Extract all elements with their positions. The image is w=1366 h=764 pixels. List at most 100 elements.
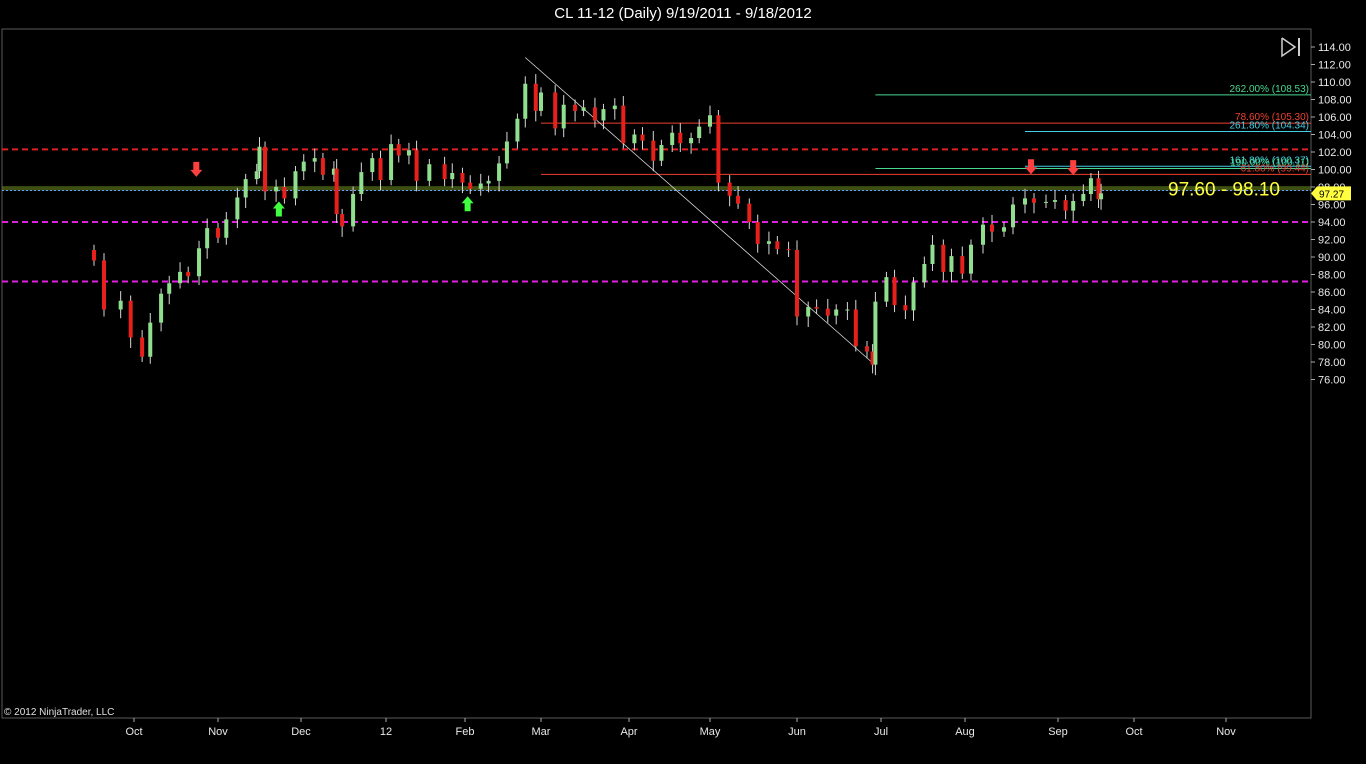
candle-body bbox=[949, 256, 954, 272]
x-tick-label: Apr bbox=[620, 726, 637, 738]
candle bbox=[553, 85, 558, 136]
x-tick-label: 12 bbox=[380, 726, 392, 738]
candle-body bbox=[334, 168, 339, 215]
candle-body bbox=[786, 249, 791, 251]
fib-level-label: 262.00% (108.53) bbox=[1229, 84, 1309, 95]
y-tick-label: 90.00 bbox=[1318, 252, 1346, 264]
last-price-marker: 97.27 bbox=[1311, 186, 1351, 201]
candle-body bbox=[178, 271, 183, 284]
candle-body bbox=[727, 182, 732, 196]
candle-body bbox=[651, 140, 656, 161]
play-to-end-icon[interactable] bbox=[1280, 36, 1304, 58]
candle-body bbox=[884, 277, 889, 302]
candle-body bbox=[478, 183, 483, 189]
candle-body bbox=[159, 293, 164, 323]
candle-body bbox=[460, 173, 465, 183]
candle-body bbox=[515, 118, 520, 142]
candle-body bbox=[1099, 193, 1104, 200]
candle-body bbox=[533, 83, 538, 111]
candle-body bbox=[224, 219, 229, 238]
candle-body bbox=[981, 224, 985, 245]
candle-body bbox=[128, 300, 133, 338]
candle-body bbox=[351, 194, 356, 227]
candle-body bbox=[320, 158, 325, 175]
x-tick-label: Aug bbox=[955, 726, 975, 738]
candle-body bbox=[747, 203, 752, 222]
y-tick-label: 96.00 bbox=[1318, 200, 1346, 212]
candle-body bbox=[450, 173, 455, 180]
candle-body bbox=[442, 164, 447, 180]
candle bbox=[102, 253, 106, 317]
y-tick-label: 82.00 bbox=[1318, 322, 1346, 334]
y-tick-label: 76.00 bbox=[1318, 375, 1346, 387]
x-tick-label: Oct bbox=[1125, 726, 1142, 738]
x-tick-label: Dec bbox=[291, 726, 311, 738]
candle-body bbox=[1063, 200, 1068, 211]
candle-body bbox=[205, 228, 210, 249]
candle-body bbox=[1032, 198, 1036, 203]
candle-body bbox=[148, 322, 153, 357]
support-resistance-zone bbox=[2, 186, 1311, 191]
candle-body bbox=[1023, 198, 1027, 205]
y-tick-label: 104.00 bbox=[1318, 130, 1352, 142]
candle-body bbox=[370, 158, 375, 173]
candle-body bbox=[892, 277, 897, 306]
candle-body bbox=[497, 163, 502, 181]
candle-body bbox=[670, 132, 675, 145]
y-tick-label: 88.00 bbox=[1318, 270, 1346, 282]
candle-body bbox=[523, 83, 528, 119]
candle-body bbox=[716, 115, 721, 183]
last-price-label: 97.27 bbox=[1319, 189, 1344, 200]
candle-body bbox=[825, 308, 830, 316]
candle-body bbox=[92, 250, 96, 261]
candle-body bbox=[775, 241, 780, 250]
y-tick-label: 100.00 bbox=[1318, 165, 1352, 177]
candle-body bbox=[167, 283, 172, 294]
y-tick-label: 108.00 bbox=[1318, 95, 1352, 107]
candle-body bbox=[621, 105, 626, 144]
candle-body bbox=[301, 161, 306, 172]
candle-body bbox=[1002, 227, 1006, 232]
candle-body bbox=[102, 260, 106, 310]
candle-body bbox=[553, 92, 558, 129]
fib-level-label: 261.80% (104.34) bbox=[1229, 121, 1309, 132]
candle-body bbox=[834, 309, 839, 316]
candle-body bbox=[573, 104, 578, 111]
candle-body bbox=[865, 346, 869, 352]
candle-body bbox=[427, 164, 432, 181]
x-tick-label: Mar bbox=[532, 726, 551, 738]
candle-body bbox=[632, 134, 637, 144]
price-chart[interactable]: 114.00 112.00 110.00 108.00 106.00 104.00 102.… bbox=[0, 0, 1366, 764]
x-tick-label: May bbox=[700, 726, 721, 738]
candle-body bbox=[406, 150, 411, 156]
candle-body bbox=[140, 337, 145, 357]
candle-body bbox=[235, 197, 240, 220]
candle-body bbox=[539, 92, 543, 111]
candle-body bbox=[814, 306, 819, 309]
candle-body bbox=[941, 244, 946, 272]
x-tick-label: Jul bbox=[874, 726, 888, 738]
x-tick-label: Nov bbox=[1216, 726, 1236, 738]
y-tick-label: 92.00 bbox=[1318, 235, 1346, 247]
candle bbox=[716, 110, 721, 192]
y-tick-label: 112.00 bbox=[1318, 60, 1351, 72]
candle-body bbox=[1088, 178, 1093, 194]
candle bbox=[263, 141, 268, 201]
candle-body bbox=[708, 115, 712, 127]
candle-body bbox=[243, 179, 248, 198]
candle-body bbox=[118, 300, 123, 310]
candle bbox=[873, 292, 878, 376]
candle-body bbox=[197, 248, 202, 277]
y-tick-label: 114.00 bbox=[1318, 42, 1351, 54]
x-tick-label: Feb bbox=[456, 726, 475, 738]
zone-label: 97.60 - 98.10 bbox=[1168, 179, 1280, 200]
candle-body bbox=[254, 171, 259, 180]
candle-body bbox=[640, 134, 645, 141]
candle bbox=[795, 240, 799, 326]
candle-body bbox=[766, 241, 771, 244]
candle-body bbox=[903, 305, 908, 311]
x-tick-label: Jun bbox=[788, 726, 806, 738]
candle-body bbox=[806, 306, 811, 317]
candle-body bbox=[340, 214, 345, 227]
y-tick-label: 84.00 bbox=[1318, 305, 1346, 317]
